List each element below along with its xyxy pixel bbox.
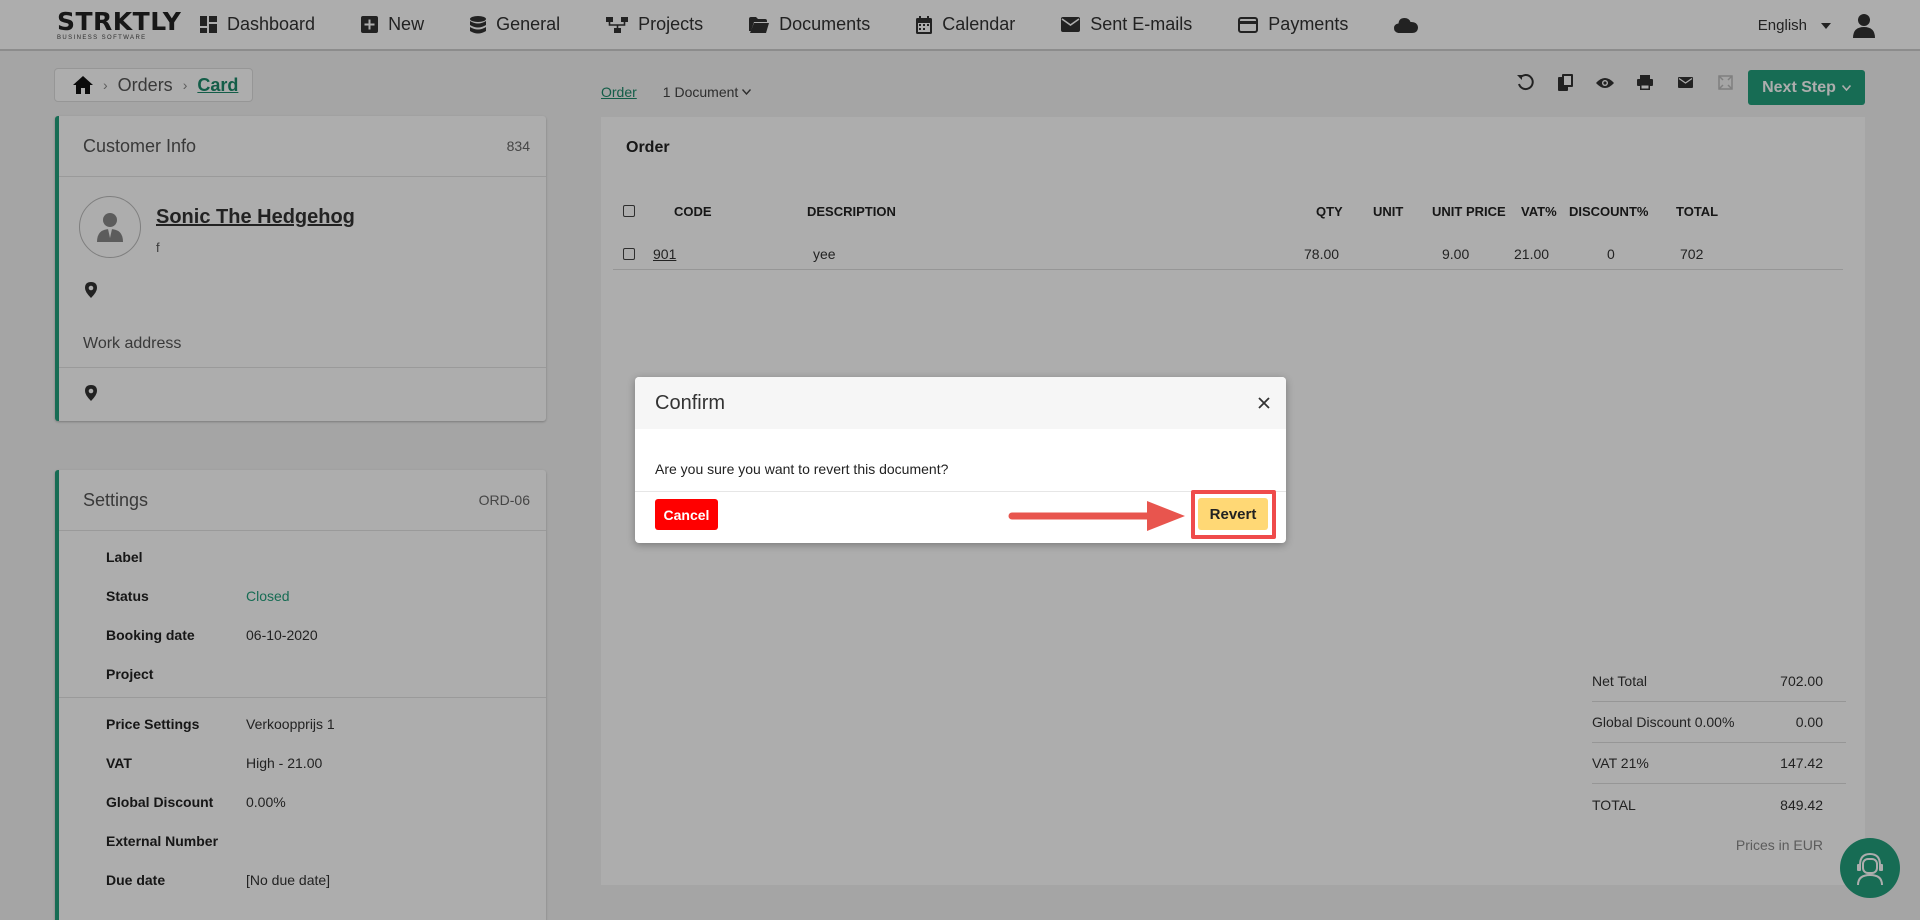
close-icon (1258, 397, 1270, 409)
confirm-dialog-header: Confirm (635, 377, 1286, 429)
cancel-button[interactable]: Cancel (655, 499, 718, 530)
dialog-divider (635, 491, 1286, 492)
confirm-dialog: Confirm Are you sure you want to revert … (635, 377, 1286, 543)
close-button[interactable] (1258, 397, 1270, 409)
revert-button[interactable]: Revert (1198, 498, 1268, 530)
arrow-right-icon (1008, 501, 1185, 531)
dialog-title: Confirm (655, 391, 726, 414)
dialog-message: Are you sure you want to revert this doc… (655, 461, 949, 477)
